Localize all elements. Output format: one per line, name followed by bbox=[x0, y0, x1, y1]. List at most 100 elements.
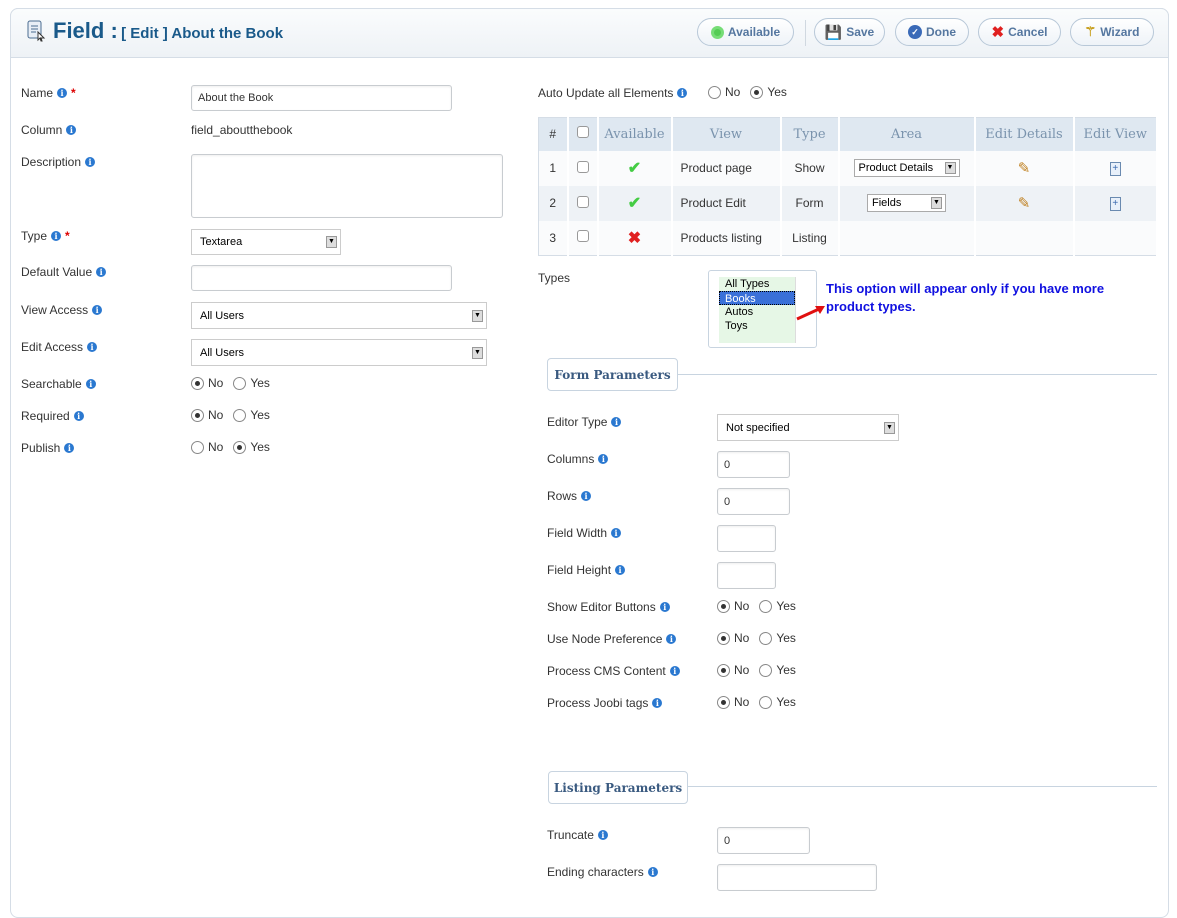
wizard-icon: ⚚ bbox=[1084, 24, 1097, 39]
save-button[interactable]: 💾 Save bbox=[814, 18, 885, 46]
info-icon[interactable]: i bbox=[57, 88, 68, 98]
editor-type-select[interactable]: Not specified ▼ bbox=[717, 414, 899, 441]
field-width-input[interactable] bbox=[717, 525, 776, 552]
info-icon[interactable]: i bbox=[85, 157, 96, 167]
row-number: 1 bbox=[538, 150, 569, 186]
name-input[interactable]: About the Book bbox=[191, 85, 452, 111]
info-icon[interactable]: i bbox=[96, 267, 107, 277]
type-select[interactable]: Textarea ▼ bbox=[191, 229, 341, 255]
info-icon[interactable]: i bbox=[598, 454, 609, 464]
radio-no[interactable] bbox=[717, 631, 730, 645]
info-icon[interactable]: i bbox=[64, 443, 75, 453]
row-checkbox[interactable] bbox=[576, 230, 589, 243]
row-checkbox[interactable] bbox=[576, 160, 589, 173]
field-height-input[interactable] bbox=[717, 562, 776, 589]
view-access-label: View Access i bbox=[21, 303, 103, 317]
process-joobi-tags-radio-group[interactable]: No Yes bbox=[717, 695, 796, 709]
edit-view-icon[interactable]: + bbox=[1109, 162, 1121, 176]
radio-no[interactable] bbox=[717, 663, 730, 677]
radio-no[interactable] bbox=[708, 85, 721, 99]
types-option[interactable]: Autos bbox=[719, 305, 795, 319]
table-row: 1 ✔ Product page Show Product Details ▼ ✎… bbox=[538, 150, 1158, 186]
col-header-area: Area bbox=[838, 117, 976, 151]
use-node-preference-radio-group[interactable]: No Yes bbox=[717, 631, 796, 645]
info-icon[interactable]: i bbox=[597, 830, 608, 840]
truncate-input[interactable]: 0 bbox=[717, 827, 810, 854]
info-icon[interactable]: i bbox=[611, 417, 622, 427]
info-icon[interactable]: i bbox=[66, 125, 77, 135]
page-title: Field : [ Edit ] About the Book bbox=[53, 18, 284, 43]
radio-yes[interactable] bbox=[233, 408, 247, 422]
ending-characters-input[interactable] bbox=[717, 864, 877, 891]
edit-view-icon[interactable]: + bbox=[1109, 197, 1121, 211]
edit-access-select[interactable]: All Users ▼ bbox=[191, 339, 487, 366]
check-icon[interactable]: ✔ bbox=[628, 195, 641, 212]
description-label: Description i bbox=[21, 155, 96, 169]
col-header-view: View bbox=[671, 117, 782, 151]
info-icon[interactable]: i bbox=[92, 305, 103, 315]
area-select[interactable]: Fields ▼ bbox=[867, 194, 946, 212]
radio-yes[interactable] bbox=[759, 599, 773, 613]
info-icon[interactable]: i bbox=[85, 379, 96, 389]
select-all-checkbox[interactable] bbox=[576, 126, 589, 139]
required-radio-group[interactable]: No Yes bbox=[191, 408, 270, 422]
info-icon[interactable]: i bbox=[677, 88, 688, 98]
radio-yes[interactable] bbox=[759, 663, 773, 677]
edit-details-pencil-icon[interactable]: ✎ bbox=[1018, 160, 1031, 177]
check-icon[interactable]: ✔ bbox=[628, 160, 641, 177]
col-header-available: Available bbox=[597, 117, 673, 151]
available-button[interactable]: Available bbox=[697, 18, 794, 46]
cancel-button[interactable]: ✖ Cancel bbox=[978, 18, 1061, 46]
info-icon[interactable]: i bbox=[659, 602, 670, 612]
area-select[interactable]: Product Details ▼ bbox=[853, 159, 960, 177]
edit-details-pencil-icon[interactable]: ✎ bbox=[1018, 195, 1031, 212]
radio-yes[interactable] bbox=[759, 695, 773, 709]
types-option[interactable]: Toys bbox=[719, 319, 795, 333]
auto-update-label: Auto Update all Elements i bbox=[538, 86, 688, 100]
types-note: This option will appear only if you have… bbox=[826, 281, 1105, 314]
cross-icon[interactable]: ✖ bbox=[628, 230, 641, 247]
radio-yes[interactable] bbox=[233, 440, 247, 454]
types-label: Types bbox=[538, 271, 571, 285]
type-label: Type i * bbox=[21, 229, 70, 243]
description-textarea[interactable] bbox=[191, 154, 503, 218]
info-icon[interactable]: i bbox=[615, 565, 626, 575]
info-icon[interactable]: i bbox=[666, 634, 677, 644]
info-icon[interactable]: i bbox=[652, 698, 663, 708]
info-icon[interactable]: i bbox=[647, 867, 658, 877]
radio-no[interactable] bbox=[717, 695, 730, 709]
radio-no[interactable] bbox=[191, 440, 204, 454]
info-icon[interactable]: i bbox=[581, 491, 592, 501]
auto-update-radio-group[interactable]: No Yes bbox=[708, 85, 787, 99]
default-value-input[interactable] bbox=[191, 265, 452, 291]
radio-yes[interactable] bbox=[759, 631, 773, 645]
done-button[interactable]: ✓ Done bbox=[895, 18, 969, 46]
info-icon[interactable]: i bbox=[669, 666, 680, 676]
radio-no[interactable] bbox=[191, 376, 204, 390]
searchable-radio-group[interactable]: No Yes bbox=[191, 376, 270, 390]
wizard-button[interactable]: ⚚ Wizard bbox=[1070, 18, 1154, 46]
rows-input[interactable]: 0 bbox=[717, 488, 790, 515]
info-icon[interactable]: i bbox=[611, 528, 622, 538]
view-access-select[interactable]: All Users ▼ bbox=[191, 302, 487, 329]
radio-yes[interactable] bbox=[750, 85, 764, 99]
info-icon[interactable]: i bbox=[73, 411, 84, 421]
show-editor-buttons-radio-group[interactable]: No Yes bbox=[717, 599, 796, 613]
radio-no[interactable] bbox=[191, 408, 204, 422]
form-parameters-legend: Form Parameters bbox=[547, 358, 678, 391]
listing-parameters-legend: Listing Parameters bbox=[548, 771, 688, 804]
radio-yes[interactable] bbox=[233, 376, 247, 390]
types-option[interactable]: All Types bbox=[719, 277, 795, 291]
process-cms-content-radio-group[interactable]: No Yes bbox=[717, 663, 796, 677]
types-option-selected[interactable]: Books bbox=[719, 291, 795, 305]
chevron-down-icon: ▼ bbox=[884, 421, 895, 434]
row-checkbox[interactable] bbox=[576, 195, 589, 208]
publish-radio-group[interactable]: No Yes bbox=[191, 440, 270, 454]
required-label: Required i bbox=[21, 409, 84, 423]
show-editor-buttons-label: Show Editor Buttons i bbox=[547, 600, 670, 614]
radio-no[interactable] bbox=[717, 599, 730, 613]
info-icon[interactable]: i bbox=[51, 231, 62, 241]
columns-input[interactable]: 0 bbox=[717, 451, 790, 478]
editor-type-label: Editor Type i bbox=[547, 415, 622, 429]
info-icon[interactable]: i bbox=[87, 342, 98, 352]
